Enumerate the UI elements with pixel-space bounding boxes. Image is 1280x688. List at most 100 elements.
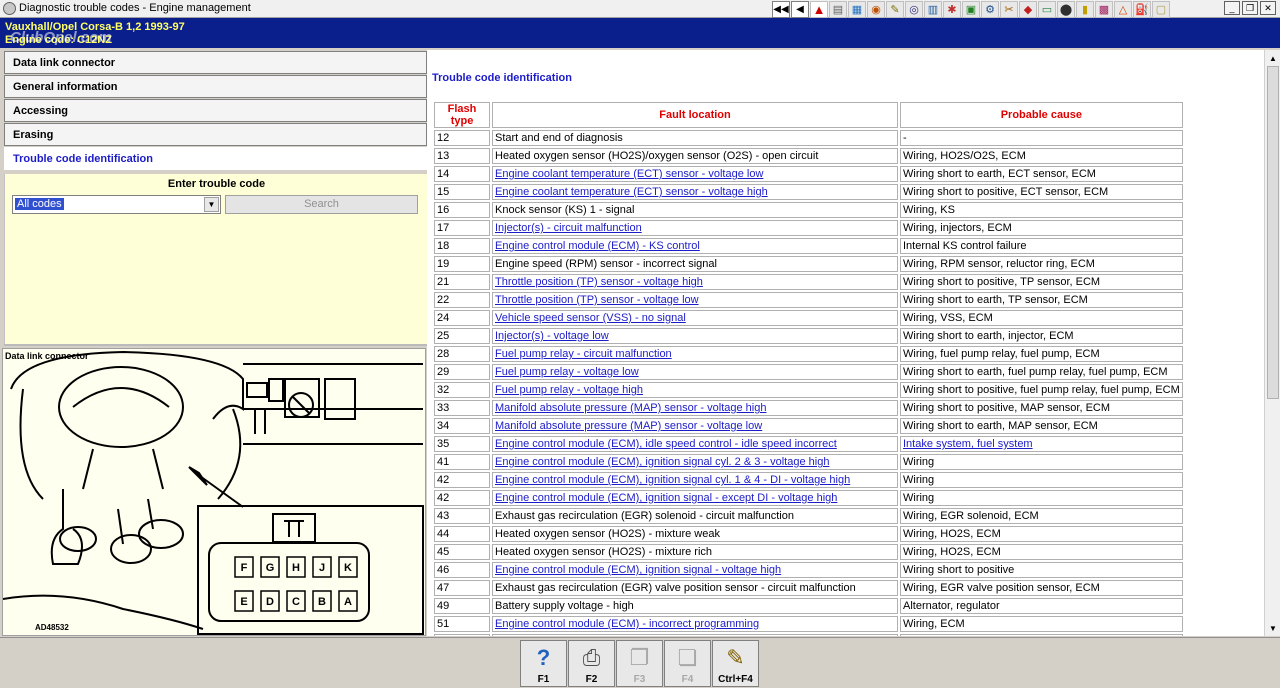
probable-cause-cell[interactable]: Intake system, fuel system: [900, 436, 1183, 452]
flash-code-cell: 44: [434, 526, 490, 542]
column-header: Probable cause: [900, 102, 1183, 128]
document-icon[interactable]: ▤: [829, 1, 847, 18]
flash-code-cell: 22: [434, 292, 490, 308]
help-button[interactable]: ? F1: [520, 640, 567, 687]
table-row: 18 Engine control module (ECM) - KS contr…: [434, 238, 1183, 254]
table-row: 44 Heated oxygen sensor (HO2S) - mixture …: [434, 526, 1183, 542]
fault-location-cell: Heated oxygen sensor (HO2S) - mixture ri…: [492, 544, 898, 560]
probable-cause-cell: Wiring, HO2S, ECM: [900, 544, 1183, 560]
first-page-icon[interactable]: ◀◀: [772, 1, 790, 18]
print-icon[interactable]: ▣: [962, 1, 980, 18]
flash-code-cell: 14: [434, 166, 490, 182]
content-panel: Trouble code identification Flash type F…: [427, 50, 1264, 636]
sidebar-item-general-information[interactable]: General information: [4, 75, 427, 98]
code-select[interactable]: All codes ▼: [12, 195, 221, 214]
fault-location-cell[interactable]: Engine coolant temperature (ECT) sensor …: [492, 166, 898, 182]
fault-location-cell[interactable]: Throttle position (TP) sensor - voltage …: [492, 274, 898, 290]
fault-location-cell[interactable]: Engine control module (ECM) - incorrect …: [492, 616, 898, 632]
probable-cause-cell: Wiring short to earth, fuel pump relay, …: [900, 364, 1183, 380]
fault-location-cell[interactable]: Engine control module (ECM), ignition si…: [492, 454, 898, 470]
calendar-icon[interactable]: ▢: [1152, 1, 1170, 18]
fault-location-cell[interactable]: Engine control module (ECM), ignition si…: [492, 562, 898, 578]
table-row: 21 Throttle position (TP) sensor - voltag…: [434, 274, 1183, 290]
wrench-icon[interactable]: ✎: [886, 1, 904, 18]
flash-code-cell: 35: [434, 436, 490, 452]
fault-location-cell[interactable]: Injector(s) - voltage low: [492, 328, 898, 344]
flash-code-cell: 18: [434, 238, 490, 254]
window-controls: _ ❐ ✕: [1224, 1, 1276, 15]
fault-location-cell[interactable]: Manifold absolute pressure (MAP) sensor …: [492, 400, 898, 416]
table-row: 14 Engine coolant temperature (ECT) senso…: [434, 166, 1183, 182]
pin-label: G: [266, 562, 275, 574]
sidebar-item-trouble-code-identification[interactable]: Trouble code identification: [4, 147, 427, 170]
sidebar-item-accessing[interactable]: Accessing: [4, 99, 427, 122]
search-button[interactable]: Search: [225, 195, 418, 214]
fault-location-cell[interactable]: Fuel pump relay - voltage high: [492, 382, 898, 398]
close-button[interactable]: ✕: [1260, 1, 1276, 15]
engine-icon[interactable]: ⚙: [981, 1, 999, 18]
flash-code-cell: 46: [434, 562, 490, 578]
table-row: 22 Throttle position (TP) sensor - voltag…: [434, 292, 1183, 308]
restore-button[interactable]: ❐: [1242, 1, 1258, 15]
fault-location-cell: Heated oxygen sensor (HO2S)/oxygen senso…: [492, 148, 898, 164]
fault-location-cell[interactable]: Engine control module (ECM), ignition si…: [492, 472, 898, 488]
tools-icon[interactable]: ✂: [1000, 1, 1018, 18]
screen-icon[interactable]: ▭: [1038, 1, 1056, 18]
fuel-icon[interactable]: ⛽: [1133, 1, 1151, 18]
minimize-button[interactable]: _: [1224, 1, 1240, 15]
fault-location-cell[interactable]: Injector(s) - circuit malfunction: [492, 220, 898, 236]
prev-page-icon[interactable]: ◀: [791, 1, 809, 18]
fault-location-cell[interactable]: Engine control module (ECM) - KS control: [492, 238, 898, 254]
print-button[interactable]: ⎙ F2: [568, 640, 615, 687]
title-bar: Diagnostic trouble codes - Engine manage…: [0, 0, 1280, 18]
flash-code-cell: 49: [434, 598, 490, 614]
chevron-down-icon[interactable]: ▼: [204, 197, 219, 212]
fan-icon[interactable]: ✱: [943, 1, 961, 18]
probable-cause-cell: Wiring, ECM: [900, 616, 1183, 632]
probable-cause-cell: Internal KS control failure: [900, 238, 1183, 254]
battery-icon[interactable]: ▮: [1076, 1, 1094, 18]
vertical-scrollbar[interactable]: ▲ ▼: [1264, 50, 1280, 636]
fault-location-cell[interactable]: Engine control module (ECM), idle speed …: [492, 436, 898, 452]
paste-button[interactable]: ❏ F4: [664, 640, 711, 687]
flash-code-cell: 34: [434, 418, 490, 434]
flash-code-cell: 21: [434, 274, 490, 290]
scroll-down-icon[interactable]: ▼: [1266, 621, 1280, 635]
scroll-up-icon[interactable]: ▲: [1266, 51, 1280, 65]
panel-divider: [4, 344, 427, 346]
copy-button[interactable]: ❐ F3: [616, 640, 663, 687]
fault-location-cell[interactable]: Fuel pump relay - circuit malfunction: [492, 346, 898, 362]
fault-location-cell[interactable]: Engine coolant temperature (ECT) sensor …: [492, 184, 898, 200]
fault-location-cell[interactable]: Manifold absolute pressure (MAP) sensor …: [492, 418, 898, 434]
table-row: 41 Engine control module (ECM), ignition …: [434, 454, 1183, 470]
sidebar-item-data-link-connector[interactable]: Data link connector: [4, 51, 427, 74]
gauge-icon[interactable]: ◎: [905, 1, 923, 18]
table-row: 19 Engine speed (RPM) sensor - incorrect …: [434, 256, 1183, 272]
fault-location-cell: Exhaust gas recirculation (EGR) solenoid…: [492, 508, 898, 524]
sensor-icon[interactable]: ⬤: [1057, 1, 1075, 18]
chart-icon[interactable]: ▦: [848, 1, 866, 18]
function-key-bar: ? F1 ⎙ F2 ❐ F3 ❏ F4 ✎ Ctrl+F4: [0, 637, 1280, 688]
flash-code-cell: 51: [434, 616, 490, 632]
probable-cause-cell: Wiring short to positive, TP sensor, ECM: [900, 274, 1183, 290]
fault-location-cell[interactable]: Engine control module (ECM), ignition si…: [492, 490, 898, 506]
fault-location-cell[interactable]: Fuel pump relay - voltage low: [492, 364, 898, 380]
probable-cause-cell: Wiring short to earth, MAP sensor, ECM: [900, 418, 1183, 434]
fault-location-cell[interactable]: Throttle position (TP) sensor - voltage …: [492, 292, 898, 308]
warning-icon[interactable]: ▲: [810, 1, 828, 18]
flash-code-cell: 42: [434, 490, 490, 506]
fault-location-cell[interactable]: Vehicle speed sensor (VSS) - no signal: [492, 310, 898, 326]
pin-label: H: [292, 562, 300, 574]
connector-illustration: F G H J K E D C B A: [3, 350, 424, 635]
book-icon[interactable]: ▥: [924, 1, 942, 18]
notes-button[interactable]: ✎ Ctrl+F4: [712, 640, 759, 687]
car-icon[interactable]: ◆: [1019, 1, 1037, 18]
scroll-thumb[interactable]: [1267, 66, 1279, 399]
camera-icon[interactable]: ◉: [867, 1, 885, 18]
table-row: 33 Manifold absolute pressure (MAP) senso…: [434, 400, 1183, 416]
sidebar-item-erasing[interactable]: Erasing: [4, 123, 427, 146]
flash-code-cell: 28: [434, 346, 490, 362]
lamp-icon[interactable]: △: [1114, 1, 1132, 18]
table-header-row: Flash type Fault location Probable cause: [434, 102, 1183, 128]
relay-icon[interactable]: ▩: [1095, 1, 1113, 18]
